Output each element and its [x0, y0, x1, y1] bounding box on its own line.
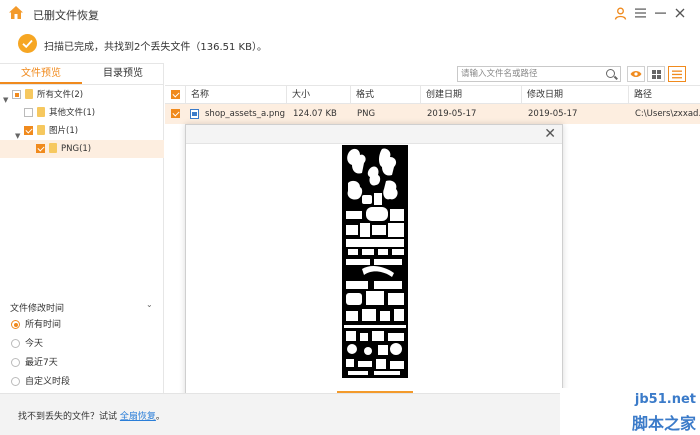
folder-icon — [49, 143, 57, 153]
tree-checkbox[interactable] — [36, 144, 45, 153]
radio-button[interactable] — [11, 358, 20, 367]
user-account-button[interactable] — [611, 4, 629, 22]
column-header-name[interactable]: 名称 — [185, 86, 209, 104]
table-row[interactable]: shop_assets_a.png 124.07 KB PNG 2019-05-… — [165, 104, 700, 124]
grid-icon — [651, 69, 661, 79]
close-window-button[interactable] — [671, 4, 689, 22]
folder-icon — [37, 107, 45, 117]
menu-button[interactable] — [631, 4, 649, 22]
file-path: C:\Users\zxxad... — [635, 109, 700, 119]
site-watermark: jb51.net 脚本之家 — [560, 388, 700, 435]
tree-item-other-files[interactable]: 其他文件(1) — [0, 104, 164, 122]
column-header-created[interactable]: 创建日期 — [420, 86, 462, 104]
tree-item-label: 其他文件(1) — [49, 108, 96, 118]
minimize-button[interactable] — [651, 4, 669, 22]
radio-button[interactable] — [11, 339, 20, 348]
radio-label: 所有时间 — [25, 320, 62, 330]
hint-suffix: 。 — [155, 412, 165, 422]
tab-directory-preview[interactable]: 目录预览 — [82, 64, 164, 84]
folder-icon — [37, 125, 45, 135]
close-icon — [675, 8, 685, 18]
file-format: PNG — [357, 109, 376, 119]
scan-status-bar: 扫描已完成，共找到2个丢失文件（136.51 KB）。 — [0, 27, 700, 63]
preview-view-button[interactable] — [627, 66, 645, 82]
deep-scan-hint: 找不到丢失的文件？试试 全扇恢复。 — [18, 409, 165, 422]
select-all-checkbox[interactable] — [171, 90, 180, 99]
image-file-icon — [190, 109, 199, 119]
minimize-icon — [654, 12, 666, 14]
column-header-path[interactable]: 路径 — [628, 86, 652, 104]
scan-result-message: 扫描已完成，共找到2个丢失文件（136.51 KB）。 — [44, 42, 267, 53]
column-header-modified[interactable]: 修改日期 — [521, 86, 563, 104]
tree-item-label: PNG(1) — [61, 144, 92, 154]
radio-button[interactable] — [11, 377, 20, 386]
folder-icon — [25, 89, 33, 99]
home-icon — [9, 6, 23, 19]
column-header-format[interactable]: 格式 — [350, 86, 374, 104]
tree-item-label: 图片(1) — [49, 126, 79, 136]
watermark-domain: jb51.net — [634, 392, 696, 407]
search-icon[interactable] — [606, 69, 615, 78]
left-panel: 文件预览 目录预览 ▼ 所有文件(2) 其他文件(1) ▼ 图片(1) PNG(… — [0, 63, 164, 393]
close-preview-button[interactable]: ✕ — [544, 126, 556, 142]
watermark-name: 脚本之家 — [631, 414, 696, 433]
column-header-size[interactable]: 大小 — [286, 86, 310, 104]
tree-checkbox[interactable] — [12, 90, 21, 99]
file-name: shop_assets_a.png — [205, 109, 285, 119]
tree-item-images[interactable]: ▼ 图片(1) — [0, 122, 164, 140]
tree-item-all-files[interactable]: ▼ 所有文件(2) — [0, 86, 164, 104]
list-icon — [672, 70, 682, 78]
preview-tabs: 文件预览 目录预览 — [0, 63, 164, 85]
user-icon — [614, 7, 626, 20]
file-type-tree: ▼ 所有文件(2) 其他文件(1) ▼ 图片(1) PNG(1) — [0, 86, 164, 158]
filter-title: 文件修改时间 — [10, 304, 65, 314]
title-bar: 已删文件恢复 — [0, 0, 700, 27]
image-preview — [342, 145, 408, 378]
hamburger-menu-icon — [634, 8, 646, 18]
list-view-button[interactable] — [668, 66, 686, 82]
search-input[interactable] — [458, 67, 598, 81]
hint-text: 找不到丢失的文件？试试 — [18, 412, 118, 422]
tree-item-png[interactable]: PNG(1) — [0, 140, 164, 158]
file-table-header: 名称 大小 格式 创建日期 修改日期 路径 — [165, 85, 700, 104]
app-title: 已删文件恢复 — [33, 9, 99, 22]
row-checkbox[interactable] — [171, 109, 180, 118]
check-circle-icon — [18, 34, 37, 53]
sprite-sheet-image — [342, 145, 408, 378]
tree-checkbox[interactable] — [24, 126, 33, 135]
file-size: 124.07 KB — [293, 109, 337, 119]
preview-dialog: ✕ — [185, 124, 563, 422]
grid-view-button[interactable] — [647, 66, 665, 82]
radio-label: 最近7天 — [25, 358, 58, 368]
chevron-down-icon[interactable]: ⌄ — [146, 300, 153, 309]
full-scan-link[interactable]: 全扇恢复 — [120, 412, 156, 422]
eye-icon — [630, 71, 642, 77]
file-created-date: 2019-05-17 — [427, 109, 477, 119]
radio-button[interactable] — [11, 320, 20, 329]
tree-item-label: 所有文件(2) — [37, 90, 84, 100]
tab-file-preview[interactable]: 文件预览 — [0, 64, 82, 84]
preview-dialog-titlebar: ✕ — [186, 125, 562, 144]
radio-label: 今天 — [25, 339, 44, 349]
file-modified-date: 2019-05-17 — [528, 109, 578, 119]
radio-label: 自定义时段 — [25, 377, 71, 387]
tree-checkbox[interactable] — [24, 108, 33, 117]
search-box[interactable] — [457, 66, 621, 82]
